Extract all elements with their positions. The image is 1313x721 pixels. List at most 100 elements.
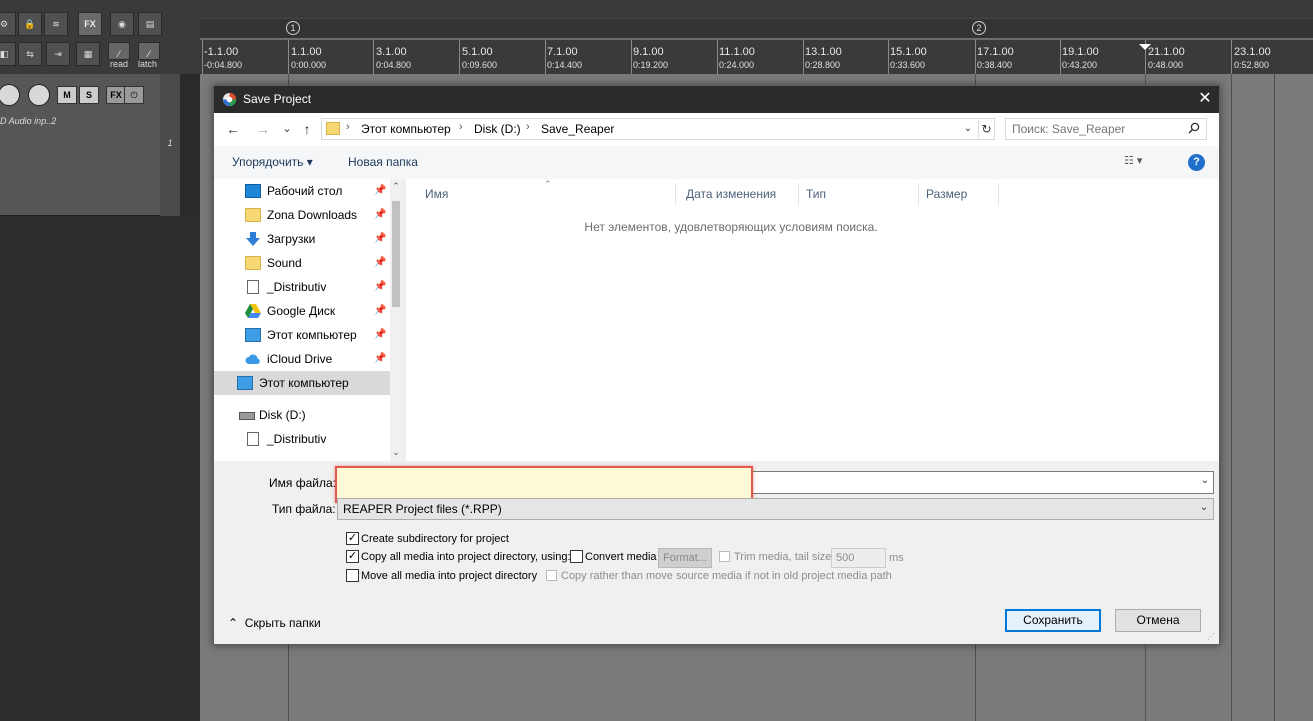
lock-icon[interactable]: 🔒	[18, 12, 42, 36]
eye-icon[interactable]: ◉	[110, 12, 134, 36]
ruler-time-label: 0:52.800	[1234, 60, 1270, 70]
search-box[interactable]	[1005, 118, 1207, 140]
computer-icon	[245, 328, 261, 342]
power-icon[interactable]: ⏻	[124, 86, 144, 104]
playhead-marker[interactable]	[1139, 44, 1151, 50]
fx-browser-button[interactable]: FX	[78, 12, 102, 36]
mixer-icon[interactable]: ▤	[138, 12, 162, 36]
marker-1[interactable]: 1	[286, 21, 300, 35]
breadcrumb-separator[interactable]: ›	[346, 121, 350, 133]
ruler-bar-label: 3.1.00	[376, 46, 407, 58]
track-1[interactable]: M S FX ⏻ D Audio inp..2 1	[0, 74, 180, 216]
new-folder-button[interactable]: Новая папка	[348, 155, 418, 169]
copy-rather-checkbox[interactable]	[546, 570, 557, 581]
close-button[interactable]: ✕	[1191, 86, 1219, 113]
recent-locations-icon[interactable]: ⌄	[278, 120, 296, 138]
hide-folders-label: Скрыть папки	[244, 616, 321, 630]
ruler-time-label: 0:33.600	[890, 60, 926, 70]
hide-folders-button[interactable]: ⌃ Скрыть папки	[228, 616, 321, 630]
track-input-label[interactable]: D Audio inp..2	[0, 116, 56, 126]
metronome-icon[interactable]: ⚙	[0, 12, 16, 36]
sidebar-item-label: Disk (D:)	[259, 408, 306, 422]
pan-knob[interactable]	[28, 84, 50, 106]
breadcrumb-this-pc[interactable]: Этот компьютер	[361, 122, 451, 136]
sidebar-item-label: Рабочий стол	[267, 184, 343, 198]
column-date-modified[interactable]: Дата изменения	[679, 183, 799, 205]
trim-media-checkbox[interactable]	[719, 551, 730, 562]
download-arrow-icon	[246, 232, 260, 246]
sidebar-item-zona-downloads[interactable]: Zona Downloads 📌	[214, 203, 390, 227]
ruler-bar-label: 21.1.00	[1148, 46, 1185, 58]
view-options-button[interactable]: ☷ ▾	[1124, 154, 1158, 170]
cancel-button[interactable]: Отмена	[1115, 609, 1201, 632]
search-input[interactable]	[1012, 121, 1182, 137]
move-media-checkbox[interactable]	[346, 569, 359, 582]
breadcrumb-save-reaper[interactable]: Save_Reaper	[541, 122, 614, 136]
marker-2[interactable]: 2	[972, 21, 986, 35]
ruler-bar-label: 11.1.00	[719, 46, 755, 58]
sidebar-item-icloud-drive[interactable]: iCloud Drive 📌	[214, 347, 390, 371]
trim-tail-input[interactable]: 500	[831, 548, 886, 568]
envelope-latch-label: latch	[138, 59, 158, 69]
organize-button[interactable]: Упорядочить ▾	[232, 155, 313, 169]
column-type[interactable]: Тип	[799, 183, 919, 205]
breadcrumb-disk-d[interactable]: Disk (D:)	[474, 122, 521, 136]
sidebar-item-this-pc[interactable]: Этот компьютер	[214, 371, 390, 395]
ruler-time-label: 0:09.600	[462, 60, 498, 70]
scroll-up-icon[interactable]: ⌃	[390, 181, 402, 193]
format-button[interactable]: Format...	[658, 548, 712, 568]
create-subdir-label[interactable]: Create subdirectory for project	[361, 533, 509, 545]
help-icon[interactable]: ?	[1188, 154, 1205, 171]
track-fx-button[interactable]: FX	[106, 86, 126, 104]
breadcrumb-separator[interactable]: ›	[526, 121, 530, 133]
dialog-title: Save Project	[243, 92, 312, 106]
up-arrow-icon[interactable]: ↑	[298, 120, 316, 138]
column-size[interactable]: Размер	[919, 183, 999, 205]
navigation-scrollbar[interactable]: ⌃ ⌄	[390, 179, 402, 461]
grid-icon[interactable]: ◧	[0, 42, 16, 66]
volume-knob[interactable]	[0, 84, 20, 106]
chevron-down-icon[interactable]: ⌄	[1199, 475, 1211, 489]
copy-media-label[interactable]: Copy all media into project directory, u…	[361, 551, 571, 563]
solo-button[interactable]: S	[79, 86, 99, 104]
chevron-down-icon[interactable]: ⌄	[1198, 502, 1210, 513]
address-bar[interactable]: › Этот компьютер › Disk (D:) › Save_Reap…	[321, 118, 995, 140]
breadcrumb-separator[interactable]: ›	[459, 121, 463, 133]
copy-media-checkbox[interactable]: ✓	[346, 550, 359, 563]
sidebar-item-distributiv[interactable]: _Distributiv 📌	[214, 275, 390, 299]
scroll-down-icon[interactable]: ⌄	[390, 447, 402, 459]
sidebar-item-label: Zona Downloads	[267, 208, 358, 222]
resize-grip-icon[interactable]: ⋰	[1207, 632, 1217, 642]
track-icon[interactable]: ▦	[76, 42, 100, 66]
scrollbar-thumb[interactable]	[392, 201, 400, 307]
ripple-icon[interactable]: ≋	[44, 12, 68, 36]
sidebar-item-downloads[interactable]: Загрузки 📌	[214, 227, 390, 251]
sidebar-item-distributiv-2[interactable]: _Distributiv	[214, 427, 390, 451]
sidebar-item-label: _Distributiv	[267, 432, 327, 446]
save-button[interactable]: Сохранить	[1005, 609, 1101, 632]
envelope-read-icon[interactable]: ⁄	[108, 42, 130, 60]
chevron-down-icon[interactable]: ⌄	[960, 120, 976, 138]
move-media-label[interactable]: Move all media into project directory	[361, 570, 537, 582]
search-icon[interactable]	[1188, 122, 1200, 134]
convert-media-label[interactable]: Convert media	[585, 551, 657, 563]
copy-rather-label: Copy rather than move source media if no…	[561, 570, 892, 582]
envelope-latch-icon[interactable]: ⁄	[138, 42, 160, 60]
sidebar-item-desktop[interactable]: Рабочий стол 📌	[214, 179, 390, 203]
route-icon[interactable]: ⇆	[18, 42, 42, 66]
dialog-titlebar[interactable]: Save Project ✕	[214, 86, 1219, 113]
sidebar-item-google-drive[interactable]: Google Диск 📌	[214, 299, 390, 323]
file-list[interactable]: Имя ⌃ Дата изменения Тип Размер Нет элем…	[406, 179, 1219, 461]
empty-message: Нет элементов, удовлетворяющих условиям …	[584, 220, 878, 234]
sidebar-item-this-pc-pinned[interactable]: Этот компьютер 📌	[214, 323, 390, 347]
sidebar-item-disk-d[interactable]: Disk (D:)	[214, 403, 390, 427]
create-subdir-checkbox[interactable]: ✓	[346, 532, 359, 545]
sidebar-item-sound[interactable]: Sound 📌	[214, 251, 390, 275]
forward-arrow-icon[interactable]: →	[254, 120, 272, 138]
move-icon[interactable]: ⇥	[46, 42, 70, 66]
mute-button[interactable]: M	[57, 86, 77, 104]
back-arrow-icon[interactable]: ←	[224, 120, 242, 138]
refresh-icon[interactable]: ↻	[978, 120, 994, 138]
convert-media-checkbox[interactable]	[570, 550, 583, 563]
filetype-select[interactable]: REAPER Project files (*.RPP) ⌄	[337, 498, 1214, 520]
